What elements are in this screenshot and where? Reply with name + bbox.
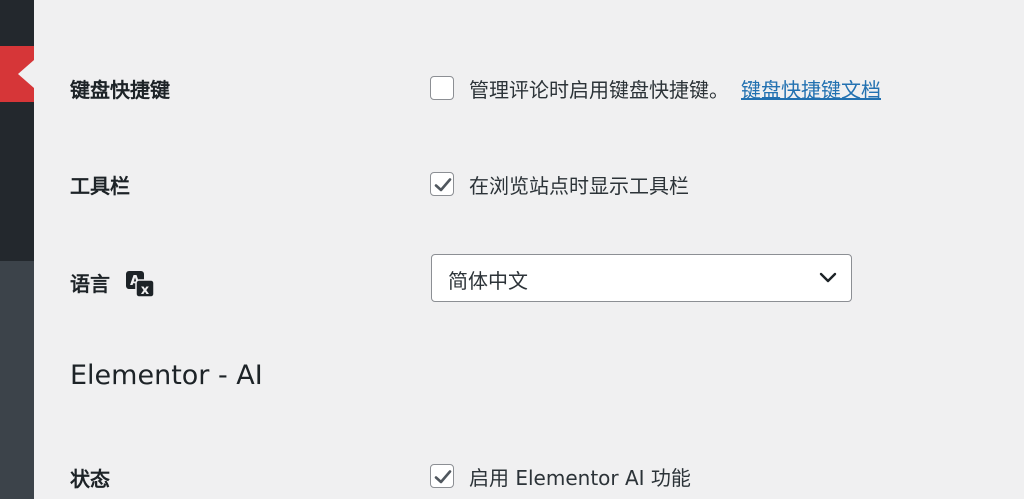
toolbar-label: 工具栏 bbox=[70, 174, 130, 198]
chevron-down-icon bbox=[819, 272, 837, 283]
elementor-ai-checkbox[interactable] bbox=[430, 464, 454, 488]
toolbar-description[interactable]: 在浏览站点时显示工具栏 bbox=[469, 170, 689, 199]
keyboard-shortcuts-checkbox[interactable] bbox=[430, 76, 454, 100]
sidebar-menu[interactable] bbox=[0, 0, 34, 261]
section-heading: Elementor - AI bbox=[70, 360, 263, 391]
language-select[interactable]: 简体中文 bbox=[431, 254, 852, 302]
language-select-value: 简体中文 bbox=[448, 269, 528, 293]
active-indicator-notch bbox=[18, 60, 34, 88]
keyboard-shortcuts-option: 管理评论时启用键盘快捷键。 键盘快捷键文档 bbox=[469, 74, 881, 103]
translation-icon: A x bbox=[126, 271, 155, 298]
admin-sidebar bbox=[0, 0, 34, 499]
elementor-ai-description[interactable]: 启用 Elementor AI 功能 bbox=[469, 462, 691, 491]
keyboard-shortcuts-label: 键盘快捷键 bbox=[70, 78, 170, 102]
checkmark-icon bbox=[434, 470, 452, 484]
keyboard-shortcuts-description[interactable]: 管理评论时启用键盘快捷键。 bbox=[469, 78, 729, 102]
svg-text:x: x bbox=[141, 283, 150, 298]
language-label: 语言 bbox=[70, 272, 110, 296]
checkmark-icon bbox=[434, 178, 452, 192]
toolbar-checkbox[interactable] bbox=[430, 172, 454, 196]
status-label: 状态 bbox=[70, 467, 110, 491]
keyboard-shortcuts-doc-link[interactable]: 键盘快捷键文档 bbox=[741, 78, 881, 102]
